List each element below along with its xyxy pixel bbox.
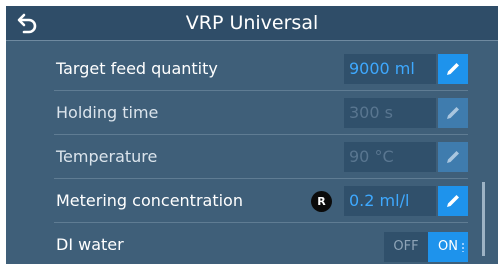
setting-label: DI water	[56, 235, 124, 254]
page-title: VRP Universal	[185, 12, 319, 34]
toggle-grip-icon	[461, 242, 465, 252]
edit-temperature-button	[438, 142, 468, 172]
scrollbar[interactable]	[482, 182, 485, 256]
toggle-off-option[interactable]: OFF	[384, 232, 428, 262]
back-arrow-icon[interactable]	[16, 11, 42, 35]
title-bar: VRP Universal	[6, 6, 498, 41]
pencil-edit-icon	[447, 151, 459, 163]
holding-time-value: 300 s	[344, 98, 436, 128]
edit-target-feed-quantity-button[interactable]	[438, 54, 468, 84]
app-window: VRP Universal Target feed quantity 9000 …	[6, 6, 498, 264]
setting-row-di-water: DI water OFF ON	[54, 223, 468, 264]
edit-metering-concentration-button[interactable]	[438, 186, 468, 216]
setting-label: Metering concentration	[56, 191, 243, 210]
pencil-edit-icon	[447, 195, 459, 207]
pencil-edit-icon	[447, 63, 459, 75]
setting-row-metering-concentration: Metering concentration R 0.2 ml/l	[54, 179, 468, 223]
setting-label: Target feed quantity	[56, 59, 218, 78]
setting-row-temperature: Temperature 90 °C	[54, 135, 468, 179]
setting-row-holding-time: Holding time 300 s	[54, 91, 468, 135]
r-badge-icon: R	[311, 191, 332, 212]
metering-concentration-value[interactable]: 0.2 ml/l	[344, 186, 436, 216]
setting-label: Temperature	[56, 147, 158, 166]
setting-row-target-feed-quantity: Target feed quantity 9000 ml	[54, 47, 468, 91]
temperature-value: 90 °C	[344, 142, 436, 172]
di-water-toggle[interactable]: OFF ON	[384, 232, 468, 262]
pencil-edit-icon	[447, 107, 459, 119]
target-feed-quantity-value[interactable]: 9000 ml	[344, 54, 436, 84]
setting-label: Holding time	[56, 103, 159, 122]
edit-holding-time-button	[438, 98, 468, 128]
